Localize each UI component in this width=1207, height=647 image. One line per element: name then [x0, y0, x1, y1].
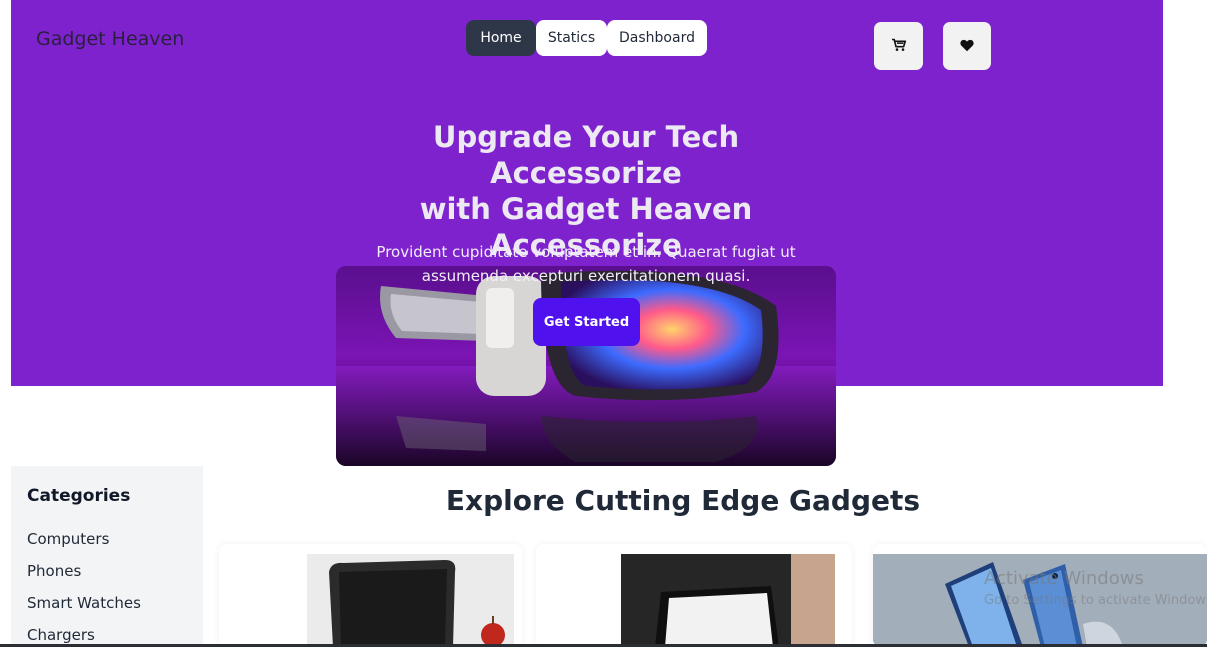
nav-dashboard[interactable]: Dashboard: [607, 20, 707, 56]
product-image: [621, 554, 835, 647]
section-title: Explore Cutting Edge Gadgets: [445, 484, 921, 517]
activate-windows-title: Activate Windows: [984, 568, 1144, 589]
get-started-button[interactable]: Get Started: [533, 298, 640, 346]
category-computers[interactable]: Computers: [27, 530, 109, 548]
nav-home[interactable]: Home: [466, 20, 536, 56]
category-phones[interactable]: Phones: [27, 562, 81, 580]
hero-description: Provident cupiditate voluptatem et in. Q…: [366, 240, 806, 288]
activate-windows-subtitle: Go to Settings to activate Windows.: [984, 593, 1207, 608]
categories-sidebar: Categories Computers Phones Smart Watche…: [11, 466, 203, 647]
hero-description-line: assumenda excepturi exercitationem quasi…: [421, 267, 751, 285]
category-smart-watches[interactable]: Smart Watches: [27, 594, 141, 612]
laptop-image: [621, 554, 835, 647]
brand-logo[interactable]: Gadget Heaven: [36, 28, 184, 50]
laptop-image: [307, 554, 514, 647]
heart-icon: [960, 37, 974, 56]
hero-title-line: Upgrade Your Tech Accessorize: [432, 120, 740, 190]
product-image: [307, 554, 514, 647]
vr-headset-illustration: [336, 270, 836, 466]
product-card[interactable]: [219, 544, 522, 647]
cart-icon: [891, 37, 907, 56]
cart-button[interactable]: [874, 22, 923, 70]
hero-banner-image: [336, 266, 836, 466]
hero-description-line: Provident cupiditate voluptatem et in. Q…: [376, 243, 796, 261]
nav-statics[interactable]: Statics: [536, 20, 607, 56]
category-chargers[interactable]: Chargers: [27, 626, 95, 644]
main-nav: Home Statics Dashboard: [466, 20, 707, 56]
categories-title: Categories: [27, 486, 131, 506]
hero-title-line: with Gadget Heaven: [419, 192, 753, 226]
product-card[interactable]: [536, 544, 852, 647]
wishlist-button[interactable]: [943, 22, 991, 70]
